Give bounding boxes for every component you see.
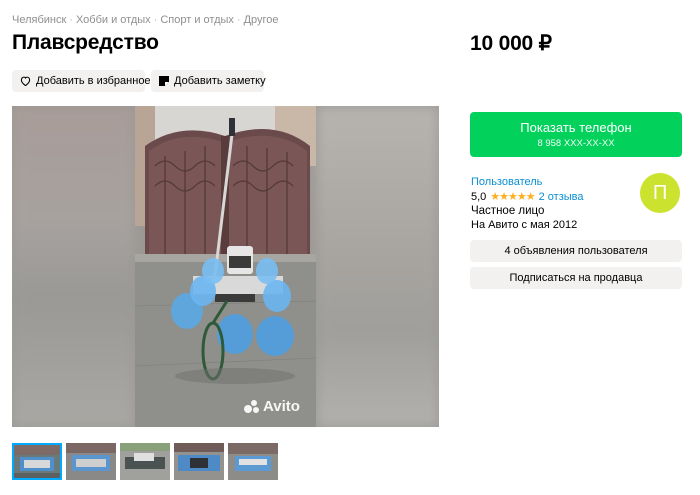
thumbnail-1[interactable] xyxy=(12,443,62,480)
main-photo[interactable] xyxy=(135,106,316,427)
rating-stars-icon: ★★★★★ xyxy=(490,191,535,203)
add-note-label: Добавить заметку xyxy=(174,75,266,87)
seller-rating: 5,0 ★★★★★ 2 отзыва xyxy=(471,190,584,204)
add-to-favorites-button[interactable]: Добавить в избранное xyxy=(12,70,151,92)
avito-logo-icon xyxy=(244,399,260,414)
thumbnail-5[interactable] xyxy=(228,443,278,480)
avatar[interactable]: П xyxy=(640,173,680,213)
thumbnail-strip xyxy=(12,443,278,480)
reviews-link[interactable]: 2 отзыва xyxy=(539,191,584,203)
page-title: Плавсредство xyxy=(12,31,159,54)
gallery-blur-left xyxy=(12,106,135,427)
breadcrumb-city[interactable]: Челябинск xyxy=(12,14,66,26)
thumbnail-4[interactable] xyxy=(174,443,224,480)
heart-icon xyxy=(20,75,31,87)
avito-watermark-text: Avito xyxy=(263,398,300,415)
show-phone-button[interactable]: Показать телефон 8 958 XXX-XX-XX xyxy=(470,112,682,157)
breadcrumb-separator: · xyxy=(69,14,73,26)
breadcrumb-separator: · xyxy=(153,14,158,26)
price: 10 000 ₽ xyxy=(470,32,552,55)
breadcrumb-other[interactable]: Другое xyxy=(244,14,279,26)
seller-since: На Авито с мая 2012 xyxy=(471,219,578,231)
breadcrumb-hobby[interactable]: Хобби и отдых xyxy=(76,14,151,26)
rating-value: 5,0 xyxy=(471,190,487,203)
thumbnail-2[interactable] xyxy=(66,443,116,480)
add-note-button[interactable]: Добавить заметку xyxy=(151,70,266,92)
avito-watermark: Avito xyxy=(244,398,300,415)
breadcrumb: Челябинск · Хобби и отдых · Спорт и отдых · Др… xyxy=(12,14,279,26)
show-phone-label: Показать телефон xyxy=(520,120,632,135)
seller-name-link[interactable]: Пользователь xyxy=(471,176,542,188)
note-icon xyxy=(159,75,169,87)
breadcrumb-sport[interactable]: Спорт и отдых xyxy=(160,14,234,26)
add-to-favorites-label: Добавить в избранное xyxy=(36,75,151,87)
photo-gallery[interactable]: Avito xyxy=(12,106,439,427)
gallery-blur-right xyxy=(316,106,439,427)
thumbnail-3[interactable] xyxy=(120,443,170,480)
subscribe-seller-button[interactable]: Подписаться на продавца xyxy=(470,267,682,289)
breadcrumb-separator: · xyxy=(236,14,241,26)
seller-type: Частное лицо xyxy=(471,205,545,217)
user-ads-button[interactable]: 4 объявления пользователя xyxy=(470,240,682,262)
phone-masked: 8 958 XXX-XX-XX xyxy=(537,138,615,149)
